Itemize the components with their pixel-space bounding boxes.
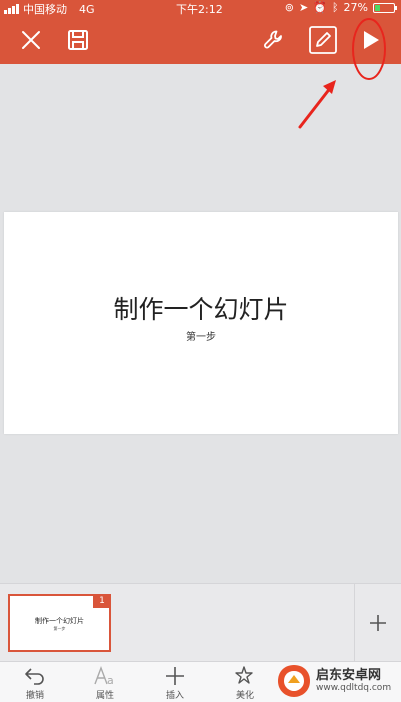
insert-tab[interactable]: 插入: [152, 666, 198, 702]
rotation-lock-icon: ⊚: [284, 1, 295, 14]
magic-icon: [235, 666, 253, 684]
carrier-label: 中国移动: [23, 3, 67, 16]
editor-toolbar: [0, 16, 401, 64]
properties-label: 属性: [95, 691, 114, 701]
status-time: 下午2:12: [176, 3, 223, 16]
watermark-name: 启东安卓网: [316, 668, 382, 683]
undo-label: 撤销: [25, 691, 44, 701]
svg-text:a: a: [107, 674, 114, 686]
close-icon: [22, 31, 40, 49]
watermark: 启东安卓网 www.qdltdq.com: [276, 662, 398, 700]
wrench-icon: [264, 30, 282, 49]
insert-label: 插入: [165, 691, 184, 701]
location-icon: ➤: [299, 1, 309, 14]
save-icon: [68, 30, 88, 50]
annotation-arrow: [298, 85, 333, 129]
slide-canvas[interactable]: 制作一个幻灯片 第一步: [4, 212, 398, 434]
play-icon: [364, 31, 379, 49]
battery-percent: 27%: [343, 1, 368, 14]
slide-title[interactable]: 制作一个幻灯片: [4, 290, 398, 326]
battery-fill: [375, 4, 380, 11]
status-bar: 中国移动 4G 下午2:12 ⊚ ➤ ⏰ ᛒ 27%: [0, 0, 401, 16]
slide-thumbnail-strip: 1 制作一个幻灯片 第一步: [0, 583, 401, 662]
close-button[interactable]: [15, 24, 47, 56]
slide-number-badge: 1: [93, 594, 111, 608]
battery-icon: [373, 2, 397, 13]
network-label: 4G: [79, 2, 95, 16]
tools-button[interactable]: [258, 24, 290, 56]
signal-icon: [4, 4, 19, 14]
properties-tab[interactable]: a 属性: [82, 666, 128, 702]
edit-button[interactable]: [307, 24, 339, 56]
slide-thumbnail[interactable]: 1 制作一个幻灯片 第一步: [8, 594, 111, 652]
thumbnail-title: 制作一个幻灯片: [35, 617, 84, 625]
undo-tab[interactable]: 撤销: [12, 666, 58, 702]
play-slideshow-button[interactable]: [354, 24, 386, 56]
add-slide-button[interactable]: [354, 584, 401, 662]
thumbnail-subtitle: 第一步: [53, 626, 66, 631]
plus-icon: [166, 667, 184, 685]
annotation-arrowhead: [323, 80, 336, 94]
watermark-logo: [278, 665, 310, 697]
font-icon: a: [94, 666, 114, 686]
slide-subtitle[interactable]: 第一步: [4, 328, 398, 343]
save-button[interactable]: [62, 24, 94, 56]
beautify-tab[interactable]: 美化: [222, 666, 268, 702]
alarm-icon: ⏰: [313, 1, 327, 14]
plus-icon: [370, 615, 386, 631]
beautify-label: 美化: [235, 691, 254, 701]
pencil-icon: [309, 26, 337, 54]
undo-icon: [25, 668, 44, 685]
watermark-url: www.qdltdq.com: [316, 683, 392, 693]
bluetooth-icon: ᛒ: [331, 1, 339, 14]
